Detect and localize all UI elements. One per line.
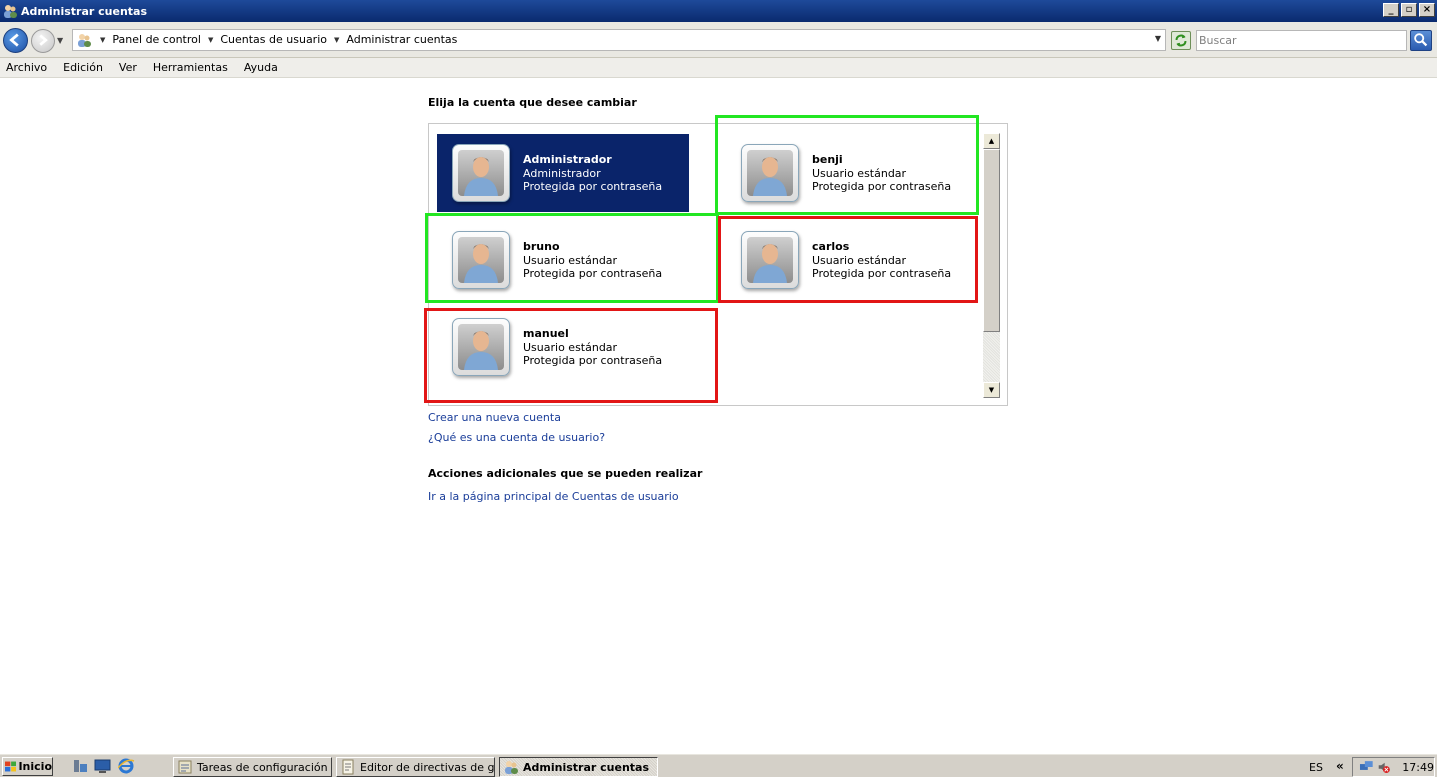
server-manager-icon[interactable] xyxy=(72,758,89,774)
page-title: Elija la cuenta que desee cambiar xyxy=(428,96,637,109)
account-tile-administrador[interactable]: Administrador Administrador Protegida po… xyxy=(437,134,689,212)
chevron-down-icon[interactable]: ▼ xyxy=(100,36,105,44)
vertical-scrollbar[interactable]: ▲ ▼ xyxy=(983,133,1000,398)
breadcrumb-manage-accounts[interactable]: Administrar cuentas xyxy=(344,33,459,46)
account-type: Administrador xyxy=(523,167,601,180)
arrow-left-icon xyxy=(9,33,19,47)
menu-edit[interactable]: Edición xyxy=(63,61,103,74)
highlight-box-red xyxy=(424,308,718,403)
search-button[interactable] xyxy=(1410,30,1432,51)
create-account-link[interactable]: Crear una nueva cuenta xyxy=(428,411,561,424)
avatar xyxy=(452,144,510,202)
language-indicator[interactable]: ES xyxy=(1309,761,1323,774)
breadcrumb: ▼ Panel de control ▼ Cuentas de usuario … xyxy=(95,33,459,46)
close-button[interactable]: × xyxy=(1419,3,1435,17)
breadcrumb-user-accounts[interactable]: Cuentas de usuario xyxy=(218,33,329,46)
scroll-up-button[interactable]: ▲ xyxy=(983,133,1000,149)
policy-editor-icon xyxy=(342,759,354,775)
title-bar: Administrar cuentas _ ▫ × xyxy=(0,0,1437,22)
refresh-button[interactable] xyxy=(1171,31,1191,50)
menu-view[interactable]: Ver xyxy=(119,61,137,74)
search-icon xyxy=(1414,33,1428,47)
menu-tools[interactable]: Herramientas xyxy=(153,61,228,74)
start-button[interactable]: Inicio xyxy=(2,757,53,776)
taskbar-item-label: Administrar cuentas xyxy=(523,760,650,774)
arrow-right-icon xyxy=(39,34,48,46)
address-box[interactable]: ▼ Panel de control ▼ Cuentas de usuario … xyxy=(72,29,1166,51)
chevron-down-icon[interactable]: ▼ xyxy=(334,36,339,44)
additional-actions-heading: Acciones adicionales que se pueden reali… xyxy=(428,467,703,480)
minimize-button[interactable]: _ xyxy=(1383,3,1399,17)
user-avatar-icon xyxy=(464,157,498,196)
show-hidden-icons-button[interactable]: « xyxy=(1336,759,1344,773)
start-label: Inicio xyxy=(18,760,52,773)
chevron-down-icon[interactable]: ▼ xyxy=(208,36,213,44)
taskbar-item-label: Editor de directivas de gr... xyxy=(360,760,495,774)
scroll-down-button[interactable]: ▼ xyxy=(983,382,1000,398)
address-toolbar: ▼ ▼ Panel de control ▼ Cuentas de usuari… xyxy=(0,22,1437,58)
menu-bar: Archivo Edición Ver Herramientas Ayuda xyxy=(0,58,1437,78)
account-name: Administrador xyxy=(523,153,612,166)
breadcrumb-control-panel[interactable]: Panel de control xyxy=(110,33,203,46)
user-accounts-icon xyxy=(4,5,17,18)
window-title: Administrar cuentas xyxy=(21,4,148,18)
config-tasks-icon xyxy=(178,760,192,774)
system-tray: 17:49 xyxy=(1352,757,1435,777)
history-dropdown-icon[interactable]: ▼ xyxy=(57,36,63,45)
highlight-box-green xyxy=(425,213,719,303)
clock[interactable]: 17:49 xyxy=(1402,761,1434,774)
search-input[interactable] xyxy=(1197,31,1397,50)
taskbar-item-policy-editor[interactable]: Editor de directivas de gr... xyxy=(336,757,495,777)
scroll-thumb[interactable] xyxy=(983,149,1000,332)
menu-help[interactable]: Ayuda xyxy=(244,61,278,74)
taskbar-item-manage-accounts[interactable]: Administrar cuentas xyxy=(499,757,658,777)
windows-logo-icon xyxy=(5,761,17,772)
taskbar: Inicio Tareas de configuración i... Edit… xyxy=(0,753,1437,777)
back-button[interactable] xyxy=(3,28,28,53)
internet-explorer-icon[interactable] xyxy=(118,758,135,774)
forward-button[interactable] xyxy=(31,29,55,53)
show-desktop-icon[interactable] xyxy=(94,758,111,774)
highlight-box-red xyxy=(718,216,978,303)
search-box[interactable] xyxy=(1196,30,1407,51)
account-protection: Protegida por contraseña xyxy=(523,180,663,193)
menu-file[interactable]: Archivo xyxy=(6,61,47,74)
highlight-box-green xyxy=(715,115,979,215)
taskbar-item-label: Tareas de configuración i... xyxy=(197,760,332,774)
network-icon[interactable] xyxy=(1359,759,1375,775)
user-accounts-icon xyxy=(505,761,518,774)
what-is-account-link[interactable]: ¿Qué es una cuenta de usuario? xyxy=(428,431,605,444)
refresh-icon xyxy=(1175,34,1187,47)
address-dropdown-icon[interactable]: ▼ xyxy=(1155,34,1161,43)
volume-muted-icon[interactable] xyxy=(1377,759,1391,775)
taskbar-item-config-tasks[interactable]: Tareas de configuración i... xyxy=(173,757,332,777)
control-panel-icon xyxy=(78,34,91,47)
user-accounts-home-link[interactable]: Ir a la página principal de Cuentas de u… xyxy=(428,490,679,503)
restore-button[interactable]: ▫ xyxy=(1401,3,1417,17)
